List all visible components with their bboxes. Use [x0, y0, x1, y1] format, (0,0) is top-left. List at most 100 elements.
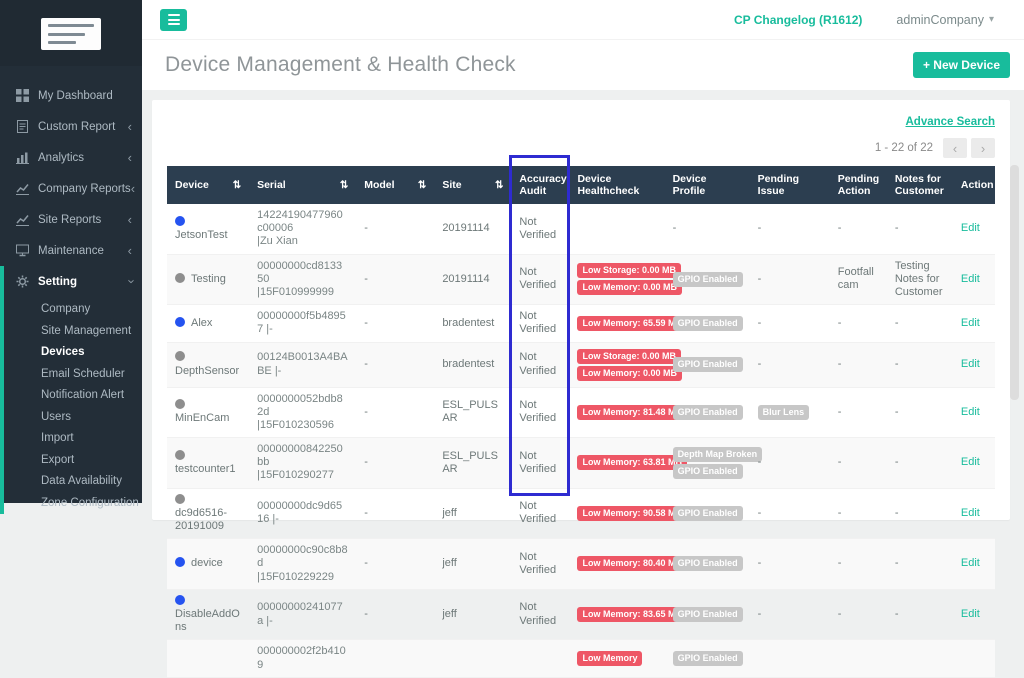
pagination: 1 - 22 of 22 ‹ › — [167, 138, 995, 158]
chevron-left-icon: ‹ — [128, 213, 132, 226]
sidebar-item-my-dashboard[interactable]: My Dashboard — [0, 80, 142, 111]
profile-cell: GPIO Enabled — [665, 387, 750, 438]
header-model[interactable]: Model⇅ — [356, 166, 434, 204]
sidebar-item-label: Setting — [38, 276, 128, 288]
pagination-next-button[interactable]: › — [971, 138, 995, 158]
healthcheck-cell: Low Storage: 0.00 MBLow Memory: 0.00 MB — [569, 342, 664, 387]
health-badge: Low Storage: 0.00 MB — [577, 263, 681, 278]
table-row: JetsonTest 14224190477960c00006|Zu Xian … — [167, 204, 995, 254]
table-row: Alex 00000000f5b48957 |- - bradentest No… — [167, 305, 995, 342]
edit-link[interactable]: Edit — [961, 406, 980, 418]
sidebar-item-site-reports[interactable]: Site Reports ‹ — [0, 204, 142, 235]
profile-badge: GPIO Enabled — [673, 607, 743, 622]
sidebar-item-email-scheduler[interactable]: Email Scheduler — [4, 364, 142, 386]
edit-link[interactable]: Edit — [961, 456, 980, 468]
table-row: dc9d6516-20191009 00000000dc9d6516 |- - … — [167, 488, 995, 539]
profile-cell: GPIO Enabled — [665, 254, 750, 305]
edit-link[interactable]: Edit — [961, 273, 980, 285]
edit-link[interactable]: Edit — [961, 507, 980, 519]
sidebar-item-maintenance[interactable]: Maintenance ‹ — [0, 235, 142, 266]
health-badge: Low Memory: 90.58 MB — [577, 506, 687, 521]
profile-cell: GPIO Enabled — [665, 305, 750, 342]
sidebar-item-label: Custom Report — [38, 121, 128, 133]
healthcheck-cell: Low Memory: 81.48 MB — [569, 387, 664, 438]
healthcheck-cell — [569, 204, 664, 254]
sidebar-item-custom-report[interactable]: Custom Report ‹ — [0, 111, 142, 142]
sidebar: My Dashboard Custom Report ‹ Analytics ‹… — [0, 0, 142, 503]
header-device-healthcheck: Device Healthcheck — [569, 166, 664, 204]
header-device[interactable]: Device⇅ — [167, 166, 249, 204]
sidebar-item-notification-alert[interactable]: Notification Alert — [4, 385, 142, 407]
main-content: Advance Search 1 - 22 of 22 ‹ › Device⇅ … — [142, 90, 1024, 503]
profile-badge: GPIO Enabled — [673, 464, 743, 479]
sort-icon[interactable]: ⇅ — [233, 180, 241, 191]
sidebar-item-import[interactable]: Import — [4, 428, 142, 450]
accuracy-audit-cell — [511, 640, 569, 677]
header-serial[interactable]: Serial⇅ — [249, 166, 356, 204]
sidebar-setting-section: Setting ‹ Company Site Management Device… — [0, 266, 142, 514]
healthcheck-cell: Low Storage: 0.00 MBLow Memory: 0.00 MB — [569, 254, 664, 305]
profile-badge: GPIO Enabled — [673, 405, 743, 420]
user-menu[interactable]: adminCompany ▾ — [896, 13, 994, 27]
device-name: dc9d6516-20191009 — [175, 507, 227, 532]
profile-cell: GPIO Enabled — [665, 589, 750, 640]
chevron-down-icon: ▾ — [989, 14, 994, 25]
edit-link[interactable]: Edit — [961, 608, 980, 620]
menu-toggle-button[interactable] — [160, 9, 187, 31]
sidebar-item-users[interactable]: Users — [4, 407, 142, 429]
advance-search-link[interactable]: Advance Search — [906, 116, 996, 128]
header-action: Action — [953, 166, 995, 204]
sidebar-item-label: My Dashboard — [38, 90, 132, 102]
pagination-range: 1 - 22 of 22 — [875, 142, 933, 154]
edit-link[interactable]: Edit — [961, 557, 980, 569]
line-chart-icon — [15, 182, 29, 196]
healthcheck-cell: Low Memory: 83.65 MB — [569, 589, 664, 640]
healthcheck-cell: Low Memory: 65.59 MB — [569, 305, 664, 342]
company-logo[interactable] — [41, 18, 101, 50]
profile-badge: GPIO Enabled — [673, 556, 743, 571]
health-badge: Low Storage: 0.00 MB — [577, 349, 681, 364]
sidebar-item-label: Company Reports — [38, 183, 131, 195]
edit-link[interactable]: Edit — [961, 222, 980, 234]
sidebar-item-site-management[interactable]: Site Management — [4, 321, 142, 343]
health-badge: Low Memory: 0.00 MB — [577, 366, 682, 381]
header-pending-action: Pending Action — [830, 166, 887, 204]
device-name: device — [191, 557, 223, 569]
sidebar-item-zone-configuration[interactable]: Zone Configuration — [4, 493, 142, 515]
sidebar-item-data-availability[interactable]: Data Availability — [4, 471, 142, 493]
table-row: DisableAddOns 00000000241077a |- - jeff … — [167, 589, 995, 640]
scrollbar-thumb[interactable] — [1010, 165, 1019, 400]
healthcheck-cell: Low Memory — [569, 640, 664, 677]
sort-icon[interactable]: ⇅ — [418, 180, 426, 191]
sidebar-item-export[interactable]: Export — [4, 450, 142, 472]
accuracy-audit-cell: Not Verified — [511, 438, 569, 489]
profile-badge: GPIO Enabled — [673, 316, 743, 331]
device-table-card: Advance Search 1 - 22 of 22 ‹ › Device⇅ … — [152, 100, 1010, 520]
sidebar-item-devices[interactable]: Devices — [4, 342, 142, 364]
profile-badge: GPIO Enabled — [673, 651, 743, 666]
sidebar-item-setting[interactable]: Setting ‹ — [4, 266, 142, 297]
sidebar-item-company[interactable]: Company — [4, 299, 142, 321]
sidebar-item-analytics[interactable]: Analytics ‹ — [0, 142, 142, 173]
health-badge: Low Memory: 65.59 MB — [577, 316, 687, 331]
report-file-icon — [15, 120, 29, 134]
edit-link[interactable]: Edit — [961, 317, 980, 329]
header-site[interactable]: Site⇅ — [434, 166, 511, 204]
topbar: CP Changelog (R1612) adminCompany ▾ — [142, 0, 1024, 40]
edit-link[interactable]: Edit — [961, 358, 980, 370]
table-row: Testing 00000000cd813350|15F010999999 - … — [167, 254, 995, 305]
changelog-link[interactable]: CP Changelog (R1612) — [734, 13, 862, 27]
page-header: Device Management & Health Check + New D… — [142, 40, 1024, 90]
sort-icon[interactable]: ⇅ — [340, 180, 348, 191]
new-device-button[interactable]: + New Device — [913, 52, 1010, 78]
pagination-prev-button[interactable]: ‹ — [943, 138, 967, 158]
device-table: Device⇅ Serial⇅ Model⇅ Site⇅ Accuracy Au… — [167, 166, 995, 678]
accuracy-audit-cell: Not Verified — [511, 254, 569, 305]
page-title: Device Management & Health Check — [142, 53, 516, 77]
accuracy-audit-cell: Not Verified — [511, 305, 569, 342]
sort-icon[interactable]: ⇅ — [495, 180, 503, 191]
sidebar-item-company-reports[interactable]: Company Reports ‹ — [0, 173, 142, 204]
sidebar-item-label: Site Reports — [38, 214, 128, 226]
accuracy-audit-cell: Not Verified — [511, 589, 569, 640]
health-badge: Low Memory: 81.48 MB — [577, 405, 687, 420]
